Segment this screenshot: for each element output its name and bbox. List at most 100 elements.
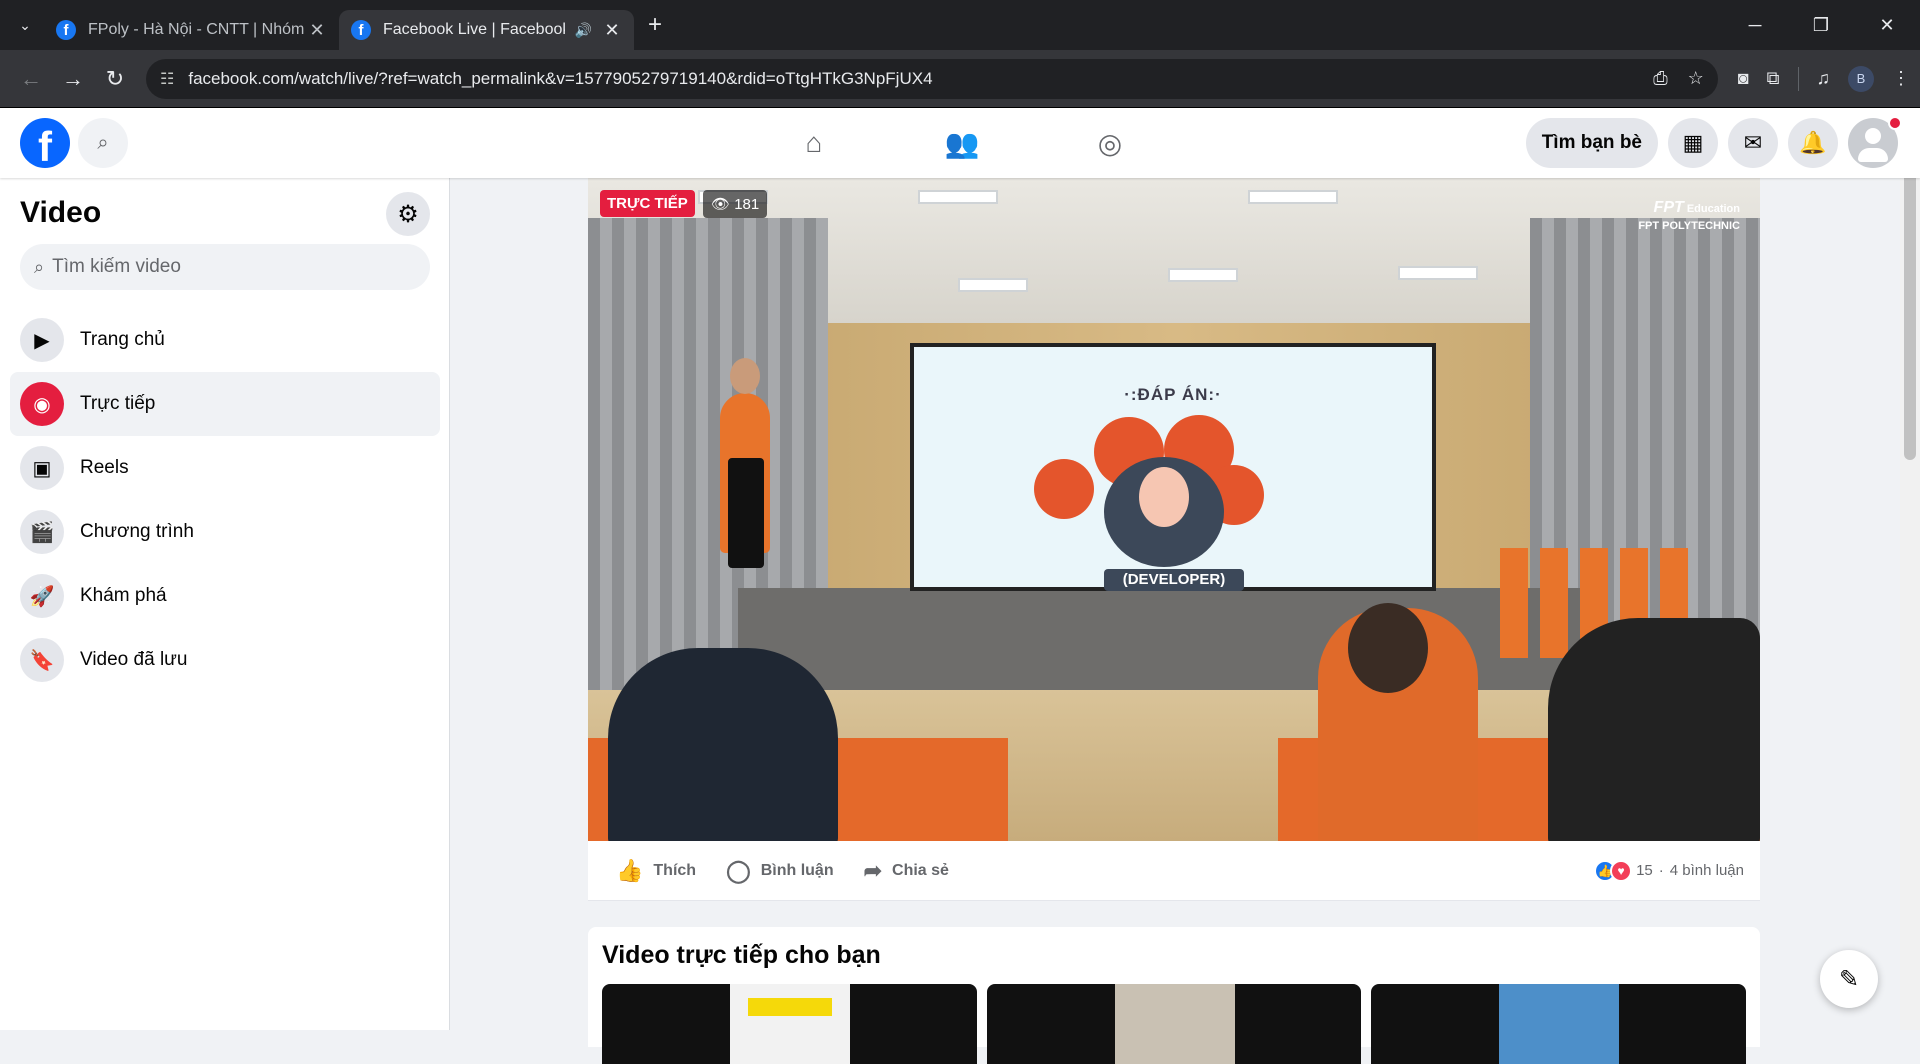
center-nav: ⌂ 👥 ◎: [740, 108, 1184, 178]
find-friends-button[interactable]: Tìm bạn bè: [1525, 118, 1658, 168]
sidebar-item-label: Reels: [80, 457, 129, 478]
live-video-player[interactable]: ·:ĐÁP ÁN:· (DEVELOPER) TRỰC TIẾP 👁 181 F…: [588, 178, 1760, 841]
reaction-summary[interactable]: 👍 ♥ 15 · 4 bình luận: [1594, 859, 1744, 882]
sidebar-item-live[interactable]: ◉ Trực tiếp: [10, 372, 440, 436]
page-scrollbar[interactable]: [1900, 108, 1920, 1030]
share-button[interactable]: ➦ Chia sẻ: [864, 858, 949, 884]
browser-toolbar: ← → ↻ ☷ facebook.com/watch/live/?ref=wat…: [0, 50, 1920, 108]
url-text[interactable]: facebook.com/watch/live/?ref=watch_perma…: [188, 69, 932, 89]
screen-label: (DEVELOPER): [1104, 569, 1244, 591]
site-settings-icon[interactable]: ☷: [160, 69, 174, 89]
avatar-head: [1865, 128, 1881, 144]
sidebar-item-label: Khám phá: [80, 585, 167, 606]
reaction-count: 15: [1636, 862, 1653, 879]
bookmark-star-icon[interactable]: ☆: [1688, 68, 1704, 89]
screen-title: ·:ĐÁP ÁN:·: [1124, 385, 1222, 404]
settings-gear-icon[interactable]: ⚙: [386, 192, 430, 236]
menu-kebab-icon[interactable]: ⋮: [1892, 68, 1910, 89]
video-thumbnail[interactable]: [1371, 984, 1747, 1064]
sidebar-item-explore[interactable]: 🚀 Khám phá: [10, 564, 440, 628]
reels-icon: ▣: [20, 446, 64, 490]
live-video-thumbnails: [602, 984, 1747, 1064]
new-message-compose-icon[interactable]: ✎: [1820, 950, 1878, 1008]
projection-screen: ·:ĐÁP ÁN:· (DEVELOPER): [910, 343, 1436, 591]
menu-grid-icon[interactable]: ▦: [1668, 118, 1718, 168]
watermark-brand: FPT: [1653, 199, 1684, 216]
video-search-input[interactable]: ⌕ Tìm kiếm video: [20, 244, 430, 290]
video-scene-speaker-legs: [728, 458, 764, 568]
tab-search-dropdown[interactable]: ⌄: [6, 6, 44, 44]
forward-icon[interactable]: →: [52, 58, 94, 100]
browser-tab-1[interactable]: f FPoly - Hà Nội - CNTT | Nhóm | ✕: [44, 10, 339, 50]
speaker-icon[interactable]: 🔊: [575, 22, 592, 39]
sidebar-item-saved[interactable]: 🔖 Video đã lưu: [10, 628, 440, 692]
comment-button[interactable]: ◯ Bình luận: [726, 858, 834, 884]
scene-light: [1248, 190, 1338, 204]
thumbnail-image: [730, 984, 850, 1064]
sidebar-item-label: Chương trình: [80, 521, 194, 542]
video-thumbnail[interactable]: [986, 984, 1362, 1064]
minimize-icon[interactable]: ─: [1722, 0, 1788, 50]
sidebar-item-label: Trực tiếp: [80, 393, 156, 414]
close-tab-icon[interactable]: ✕: [307, 20, 327, 41]
live-badge: TRỰC TIẾP: [600, 190, 695, 217]
facebook-favicon-icon: f: [56, 20, 76, 40]
sidebar-item-label: Video đã lưu: [80, 649, 188, 670]
extensions-icon[interactable]: ⧉: [1767, 68, 1780, 89]
video-thumbnail[interactable]: [602, 984, 977, 1064]
video-sidebar: Video ⚙ ⌕ Tìm kiếm video ▶ Trang chủ ◉ T…: [0, 178, 450, 1030]
watermark-sub: Education: [1686, 203, 1740, 215]
sidebar-item-reels[interactable]: ▣ Reels: [10, 436, 440, 500]
like-label: Thích: [653, 861, 697, 879]
video-action-bar: 👍 Thích ◯ Bình luận ➦ Chia sẻ 👍 ♥ 15 · 4…: [588, 841, 1760, 901]
bookmark-icon: 🔖: [20, 638, 64, 682]
scene-light: [1398, 266, 1478, 280]
messenger-icon[interactable]: ✉: [1728, 118, 1778, 168]
facebook-favicon-icon: f: [351, 20, 371, 40]
live-camera-icon: ◉: [20, 382, 64, 426]
friends-icon[interactable]: 👥: [888, 108, 1036, 178]
screenshot-icon[interactable]: ◙: [1738, 68, 1749, 89]
main-feed: ·:ĐÁP ÁN:· (DEVELOPER) TRỰC TIẾP 👁 181 F…: [588, 178, 1760, 1064]
address-bar[interactable]: ☷ facebook.com/watch/live/?ref=watch_per…: [146, 58, 1718, 99]
search-icon[interactable]: ⌕: [78, 118, 128, 168]
comment-label: Bình luận: [760, 861, 834, 879]
profile-avatar[interactable]: B: [1848, 65, 1874, 92]
like-button[interactable]: 👍 Thích: [616, 858, 696, 884]
sidebar-menu: ▶ Trang chủ ◉ Trực tiếp ▣ Reels 🎬 Chương…: [10, 308, 440, 692]
tab-title: FPoly - Hà Nội - CNTT | Nhóm |: [88, 21, 307, 38]
sidebar-item-home[interactable]: ▶ Trang chủ: [10, 308, 440, 372]
new-tab-icon[interactable]: +: [648, 11, 662, 39]
close-tab-icon[interactable]: ✕: [602, 20, 622, 41]
viewer-count: 181: [734, 196, 760, 213]
account-avatar[interactable]: [1848, 116, 1902, 168]
browser-tab-2[interactable]: f Facebook Live | Facebook 🔊 ✕: [339, 10, 634, 50]
facebook-logo-icon[interactable]: f: [20, 118, 70, 168]
share-label: Chia sẻ: [892, 861, 949, 879]
viewer-count-badge: 👁 181: [703, 190, 768, 218]
clapper-icon: 🎬: [20, 510, 64, 554]
notification-dot: [1888, 116, 1902, 130]
separator-dot: ·: [1658, 862, 1664, 879]
media-control-icon[interactable]: ♫: [1817, 68, 1831, 89]
search-icon: ⌕: [34, 256, 45, 277]
thumbs-up-icon: 👍: [616, 857, 644, 883]
install-app-icon[interactable]: ⎙: [1653, 68, 1667, 89]
rocket-icon: 🚀: [20, 574, 64, 618]
notifications-bell-icon[interactable]: 🔔: [1788, 118, 1838, 168]
thumbnail-banner: [748, 998, 832, 1016]
screen-graphic: [1139, 467, 1189, 527]
sidebar-item-shows[interactable]: 🎬 Chương trình: [10, 500, 440, 564]
screen-graphic: [1034, 459, 1094, 519]
groups-icon[interactable]: ◎: [1036, 108, 1184, 178]
divider: [1797, 66, 1799, 91]
video-scene-audience-head: [1348, 603, 1428, 693]
close-window-icon[interactable]: ✕: [1854, 0, 1920, 50]
home-icon[interactable]: ⌂: [740, 108, 888, 178]
restore-icon[interactable]: ❐: [1788, 0, 1854, 50]
reload-icon[interactable]: ↻: [94, 58, 136, 100]
back-icon[interactable]: ←: [10, 58, 52, 100]
sidebar-item-label: Trang chủ: [80, 329, 165, 350]
scene-light: [1168, 268, 1238, 282]
comment-count[interactable]: 4 bình luận: [1670, 862, 1744, 879]
